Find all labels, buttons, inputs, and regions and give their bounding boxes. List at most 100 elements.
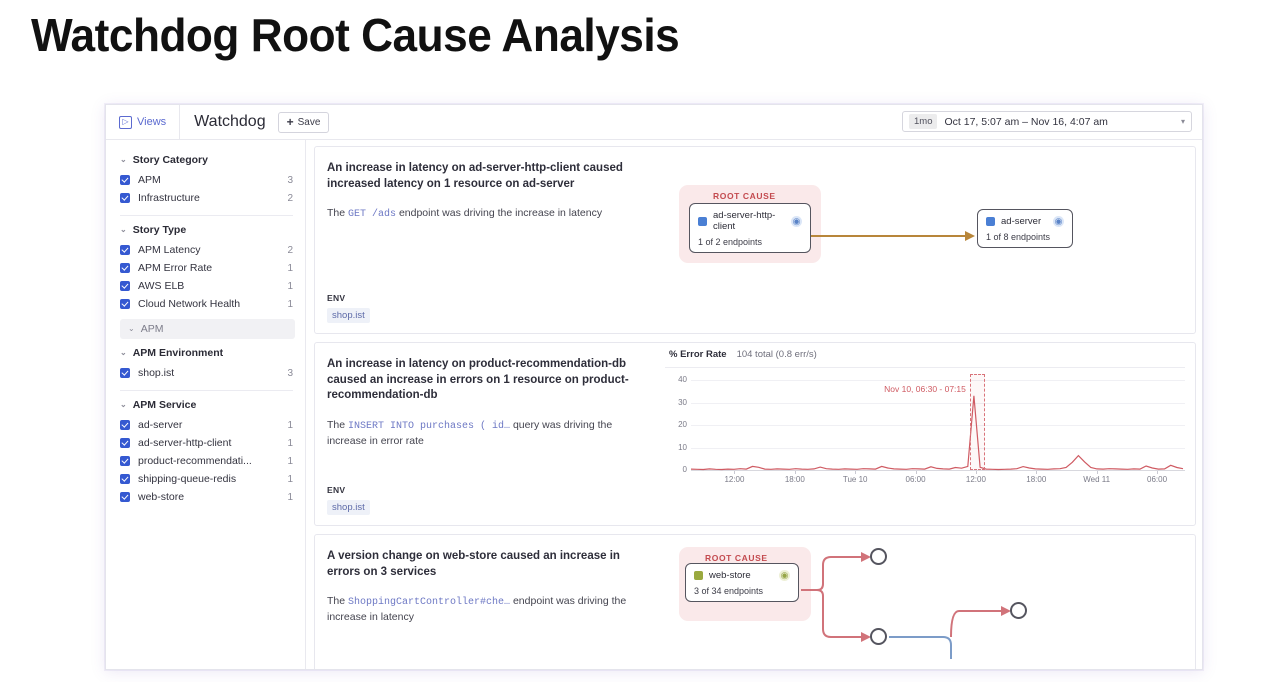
- divider: [120, 390, 293, 391]
- graph-node-affected[interactable]: [870, 628, 887, 645]
- filters-sidebar: ⌄ Story Category APM 3 Infrastructure 2: [106, 140, 306, 669]
- app-body: ⌄ Story Category APM 3 Infrastructure 2: [106, 140, 1202, 669]
- facet-option-count: 1: [287, 280, 293, 292]
- facet-option-count: 1: [287, 419, 293, 431]
- graph-node-root[interactable]: web-store ◉ 3 of 34 endpoints: [685, 563, 799, 602]
- checkbox-icon[interactable]: [120, 281, 130, 291]
- graph-node-root[interactable]: ad-server-http-client ◉ 1 of 2 endpoints: [689, 203, 811, 253]
- facet-option-product-recommendation[interactable]: product-recommendati... 1: [120, 452, 305, 470]
- facet-header-story-category[interactable]: ⌄ Story Category: [120, 148, 305, 171]
- save-button-label: Save: [297, 116, 321, 128]
- story-summary: An increase in latency on product-recomm…: [315, 343, 665, 525]
- chart-plot-area[interactable]: 0 10 20 30 40 12:00 18:00 Tue 10 06:00 12:00 18:00…: [665, 372, 1185, 488]
- time-range-picker[interactable]: 1mo Oct 17, 5:07 am – Nov 16, 4:07 am ▾: [902, 111, 1192, 132]
- facet-header-apm-environment[interactable]: ⌄ APM Environment: [120, 341, 305, 364]
- facet-option-apm[interactable]: APM 3: [120, 171, 305, 189]
- story-root-cause-graph[interactable]: ROOT CAUSE ad-server-http-client ◉ 1 of …: [665, 147, 1195, 333]
- facet-apm-group: ⌄ APM: [106, 319, 305, 339]
- graph-node-affected[interactable]: [1010, 602, 1027, 619]
- desc-code: GET /ads: [348, 209, 397, 220]
- globe-icon: ◉: [779, 570, 790, 581]
- env-block: ENV shop.ist: [327, 293, 649, 323]
- facet-option-cloud-network-health[interactable]: Cloud Network Health 1: [120, 295, 305, 313]
- chevron-down-icon: ⌄: [120, 225, 127, 234]
- story-card[interactable]: An increase in latency on product-recomm…: [314, 342, 1196, 526]
- facet-option-count: 1: [287, 473, 293, 485]
- checkbox-icon[interactable]: [120, 175, 130, 185]
- node-service-name: ad-server: [1001, 216, 1042, 227]
- node-header: ad-server ◉: [986, 216, 1064, 227]
- facet-option-apm-latency[interactable]: APM Latency 2: [120, 241, 305, 259]
- facet-option-shop-ist[interactable]: shop.ist 3: [120, 364, 305, 382]
- facet-option-apm-error-rate[interactable]: APM Error Rate 1: [120, 259, 305, 277]
- facet-option-web-store[interactable]: web-store 1: [120, 488, 305, 506]
- desc-prefix: The: [327, 207, 349, 219]
- desc-suffix: endpoint was driving the increase in lat…: [396, 207, 603, 219]
- facet-option-count: 3: [287, 174, 293, 186]
- facet-option-label: APM Latency: [138, 244, 201, 256]
- graph-node-affected[interactable]: [870, 548, 887, 565]
- checkbox-icon[interactable]: [120, 438, 130, 448]
- desc-prefix: The: [327, 595, 349, 607]
- facet-option-shipping-queue-redis[interactable]: shipping-queue-redis 1: [120, 470, 305, 488]
- facet-option-label: AWS ELB: [138, 280, 185, 292]
- facet-option-count: 1: [287, 262, 293, 274]
- facet-group-apm-toggle[interactable]: ⌄ APM: [120, 319, 295, 339]
- facet-header-apm-service[interactable]: ⌄ APM Service: [120, 393, 305, 416]
- facet-option-aws-elb[interactable]: AWS ELB 1: [120, 277, 305, 295]
- checkbox-icon[interactable]: [120, 368, 130, 378]
- views-button[interactable]: ▷ Views: [106, 105, 181, 139]
- facet-option-ad-server-http-client[interactable]: ad-server-http-client 1: [120, 434, 305, 452]
- facet-title: APM Environment: [132, 347, 224, 359]
- checkbox-icon[interactable]: [120, 245, 130, 255]
- facet-header-story-type[interactable]: ⌄ Story Type: [120, 218, 305, 241]
- divider: [665, 367, 1185, 368]
- checkbox-icon[interactable]: [120, 456, 130, 466]
- story-card[interactable]: An increase in latency on ad-server-http…: [314, 146, 1196, 334]
- facet-option-label: Cloud Network Health: [138, 298, 241, 310]
- node-service-name: ad-server-http-client: [713, 210, 776, 232]
- slide-root: Watchdog Root Cause Analysis ▷ Views Wat…: [0, 0, 1280, 682]
- facet-option-infrastructure[interactable]: Infrastructure 2: [120, 189, 305, 207]
- story-title: An increase in latency on product-recomm…: [327, 358, 629, 401]
- chevron-down-icon: ▾: [1180, 117, 1185, 126]
- facet-title: Story Category: [132, 154, 208, 166]
- app-topbar: ▷ Views Watchdog + Save 1mo Oct 17, 5:07…: [106, 105, 1202, 140]
- story-title: A version change on web-store caused an …: [327, 550, 620, 578]
- checkbox-icon[interactable]: [120, 420, 130, 430]
- story-root-cause-graph[interactable]: ROOT CAUSE web-store ◉ 3 of 34 endpoints: [665, 535, 1195, 669]
- desc-code: INSERT INTO purchases ( id…: [348, 420, 511, 432]
- chart-subtitle: 104 total (0.8 err/s): [736, 349, 817, 360]
- node-endpoint-count: 3 of 34 endpoints: [694, 586, 764, 596]
- node-header: ad-server-http-client ◉: [698, 210, 802, 232]
- service-color-swatch: [698, 216, 707, 226]
- facet-option-label: web-store: [138, 491, 185, 503]
- facet-option-label: APM Error Rate: [138, 262, 213, 274]
- env-block: ENV shop.ist: [327, 485, 649, 515]
- facet-option-count: 1: [287, 491, 293, 503]
- globe-icon: ◉: [791, 215, 802, 227]
- graph-node-affected[interactable]: ad-server ◉ 1 of 8 endpoints: [977, 209, 1073, 248]
- time-range-badge: 1mo: [909, 114, 938, 129]
- facet-option-label: Infrastructure: [138, 192, 200, 204]
- checkbox-icon[interactable]: [120, 474, 130, 484]
- facet-option-label: shipping-queue-redis: [138, 473, 237, 485]
- env-label: ENV: [327, 293, 346, 303]
- save-button[interactable]: + Save: [277, 111, 330, 133]
- checkbox-icon[interactable]: [120, 299, 130, 309]
- facet-option-count: 1: [287, 455, 293, 467]
- desc-prefix: The: [327, 418, 349, 431]
- checkbox-icon[interactable]: [120, 263, 130, 273]
- chevron-down-icon: ⌄: [128, 324, 135, 333]
- page-title: Watchdog Root Cause Analysis: [31, 9, 680, 61]
- facet-option-ad-server[interactable]: ad-server 1: [120, 416, 305, 434]
- checkbox-icon[interactable]: [120, 193, 130, 203]
- facet-story-type: ⌄ Story Type APM Latency 2 APM Error Rat…: [106, 218, 305, 313]
- env-tag: shop.ist: [327, 500, 370, 515]
- chart-selection-band[interactable]: [969, 374, 985, 470]
- story-card[interactable]: A version change on web-store caused an …: [314, 534, 1196, 669]
- facet-option-label: ad-server: [138, 419, 183, 431]
- story-error-rate-chart[interactable]: % Error Rate 104 total (0.8 err/s) 0 10 20…: [665, 343, 1195, 525]
- node-endpoint-count: 1 of 8 endpoints: [986, 232, 1051, 242]
- checkbox-icon[interactable]: [120, 492, 130, 502]
